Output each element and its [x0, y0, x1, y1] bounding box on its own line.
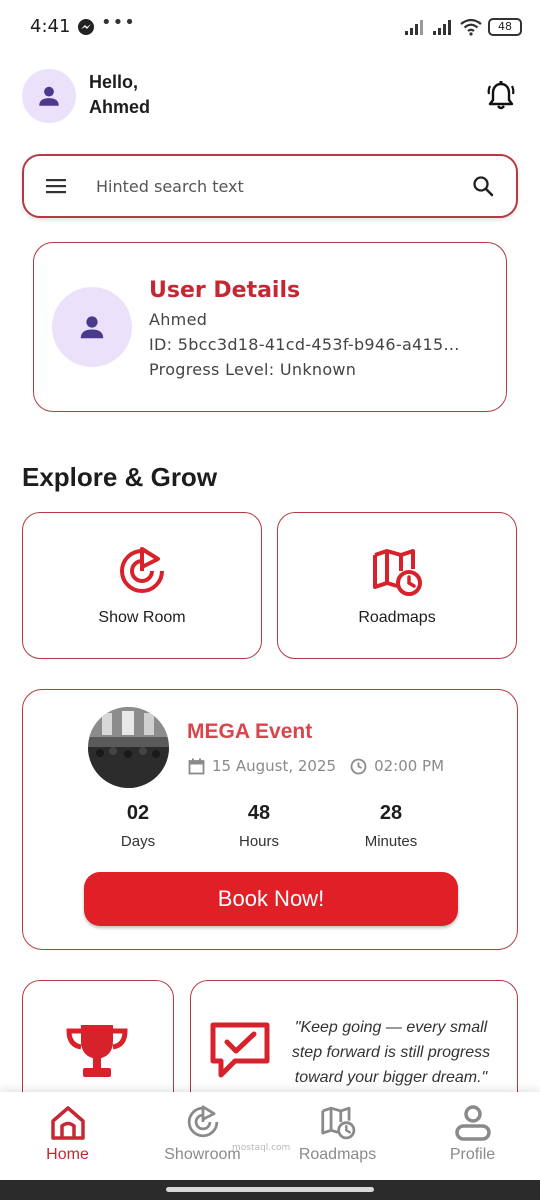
quote-line-2: step forward is still progress [291, 1044, 491, 1061]
home-gesture-pill[interactable] [166, 1187, 374, 1192]
nav-profile-label: Profile [449, 1146, 496, 1163]
person-icon [80, 316, 104, 339]
chat-check-icon [210, 1022, 270, 1078]
menu-icon[interactable] [46, 178, 66, 194]
user-details-progress: Progress Level: Unknown [149, 360, 357, 379]
countdown-days-label: Days [120, 833, 156, 850]
countdown-hours-label: Hours [238, 833, 279, 850]
status-more-dots: ••• [101, 12, 136, 33]
search-icon[interactable] [472, 175, 494, 197]
tile-roadmaps[interactable]: Roadmaps [277, 512, 517, 659]
bottom-navigation: Home Showroom Roadmaps Profile [0, 1092, 540, 1180]
motivational-quote: "Keep going — every small step forward i… [275, 1015, 507, 1090]
home-icon [50, 1106, 85, 1140]
book-now-button[interactable]: Book Now! [84, 872, 458, 926]
countdown-minutes-label: Minutes [364, 833, 418, 850]
wifi-icon [460, 18, 482, 36]
status-icons: 48 [404, 16, 522, 38]
user-details-name: Ahmed [149, 310, 208, 329]
roadmaps-icon [320, 1106, 355, 1140]
user-details-card[interactable]: User Details Ahmed ID: 5bcc3d18-41cd-453… [33, 242, 507, 412]
status-bar: 4:41 ••• 48 [0, 0, 540, 54]
quote-line-3: toward your bigger dream." [294, 1069, 488, 1086]
countdown-days-value: 02 [126, 802, 150, 824]
nav-profile[interactable]: Profile [405, 1092, 540, 1180]
search-input[interactable] [96, 176, 472, 196]
tile-roadmaps-label: Roadmaps [358, 609, 436, 626]
profile-icon [454, 1105, 491, 1141]
roadmaps-icon [373, 549, 422, 596]
event-card[interactable]: MEGA Event 15 August, 2025 02:00 PM 02 D… [22, 689, 518, 950]
watermark: mostaql.com [232, 1143, 291, 1153]
countdown-days: 02 Days [83, 802, 193, 850]
trophy-icon [66, 1025, 128, 1077]
person-icon [39, 86, 59, 106]
event-photo [88, 707, 169, 788]
countdown-hours-value: 48 [247, 802, 271, 824]
showroom-icon [187, 1105, 218, 1138]
messenger-icon [78, 19, 94, 35]
countdown-hours: 48 Hours [204, 802, 314, 850]
section-title: Explore & Grow [22, 462, 218, 492]
signal-icon [405, 20, 423, 35]
clock-icon [350, 758, 367, 774]
status-time: 4:41 [30, 16, 71, 37]
search-bar[interactable] [22, 154, 518, 218]
tile-show-room-label: Show Room [98, 609, 186, 626]
event-meta: 15 August, 2025 02:00 PM [188, 757, 444, 775]
tile-show-room[interactable]: Show Room [22, 512, 262, 659]
event-title: MEGA Event [187, 720, 313, 743]
greeting: Hello, Ahmed [89, 70, 150, 120]
showroom-icon [120, 547, 164, 593]
event-date: 15 August, 2025 [212, 757, 337, 775]
nav-home[interactable]: Home [0, 1092, 135, 1180]
greeting-hello: Hello, [89, 72, 139, 92]
nav-showroom[interactable]: Showroom [135, 1092, 270, 1180]
nav-home-label: Home [46, 1146, 89, 1163]
nav-roadmaps[interactable]: Roadmaps [270, 1092, 405, 1180]
user-avatar[interactable] [22, 69, 76, 123]
greeting-user-name: Ahmed [89, 97, 151, 117]
quote-line-1: "Keep going — every small [294, 1019, 488, 1036]
user-details-avatar [52, 287, 132, 367]
battery-indicator: 48 [488, 18, 522, 36]
notification-bell-icon[interactable] [486, 80, 516, 112]
countdown-minutes: 28 Minutes [336, 802, 446, 850]
user-details-title: User Details [149, 278, 301, 303]
event-time: 02:00 PM [374, 757, 445, 775]
countdown-minutes-value: 28 [379, 802, 403, 824]
user-details-id: ID: 5bcc3d18-41cd-453f-b946-a415... [149, 335, 460, 354]
signal-icon-2 [433, 20, 451, 35]
calendar-icon [188, 758, 205, 774]
